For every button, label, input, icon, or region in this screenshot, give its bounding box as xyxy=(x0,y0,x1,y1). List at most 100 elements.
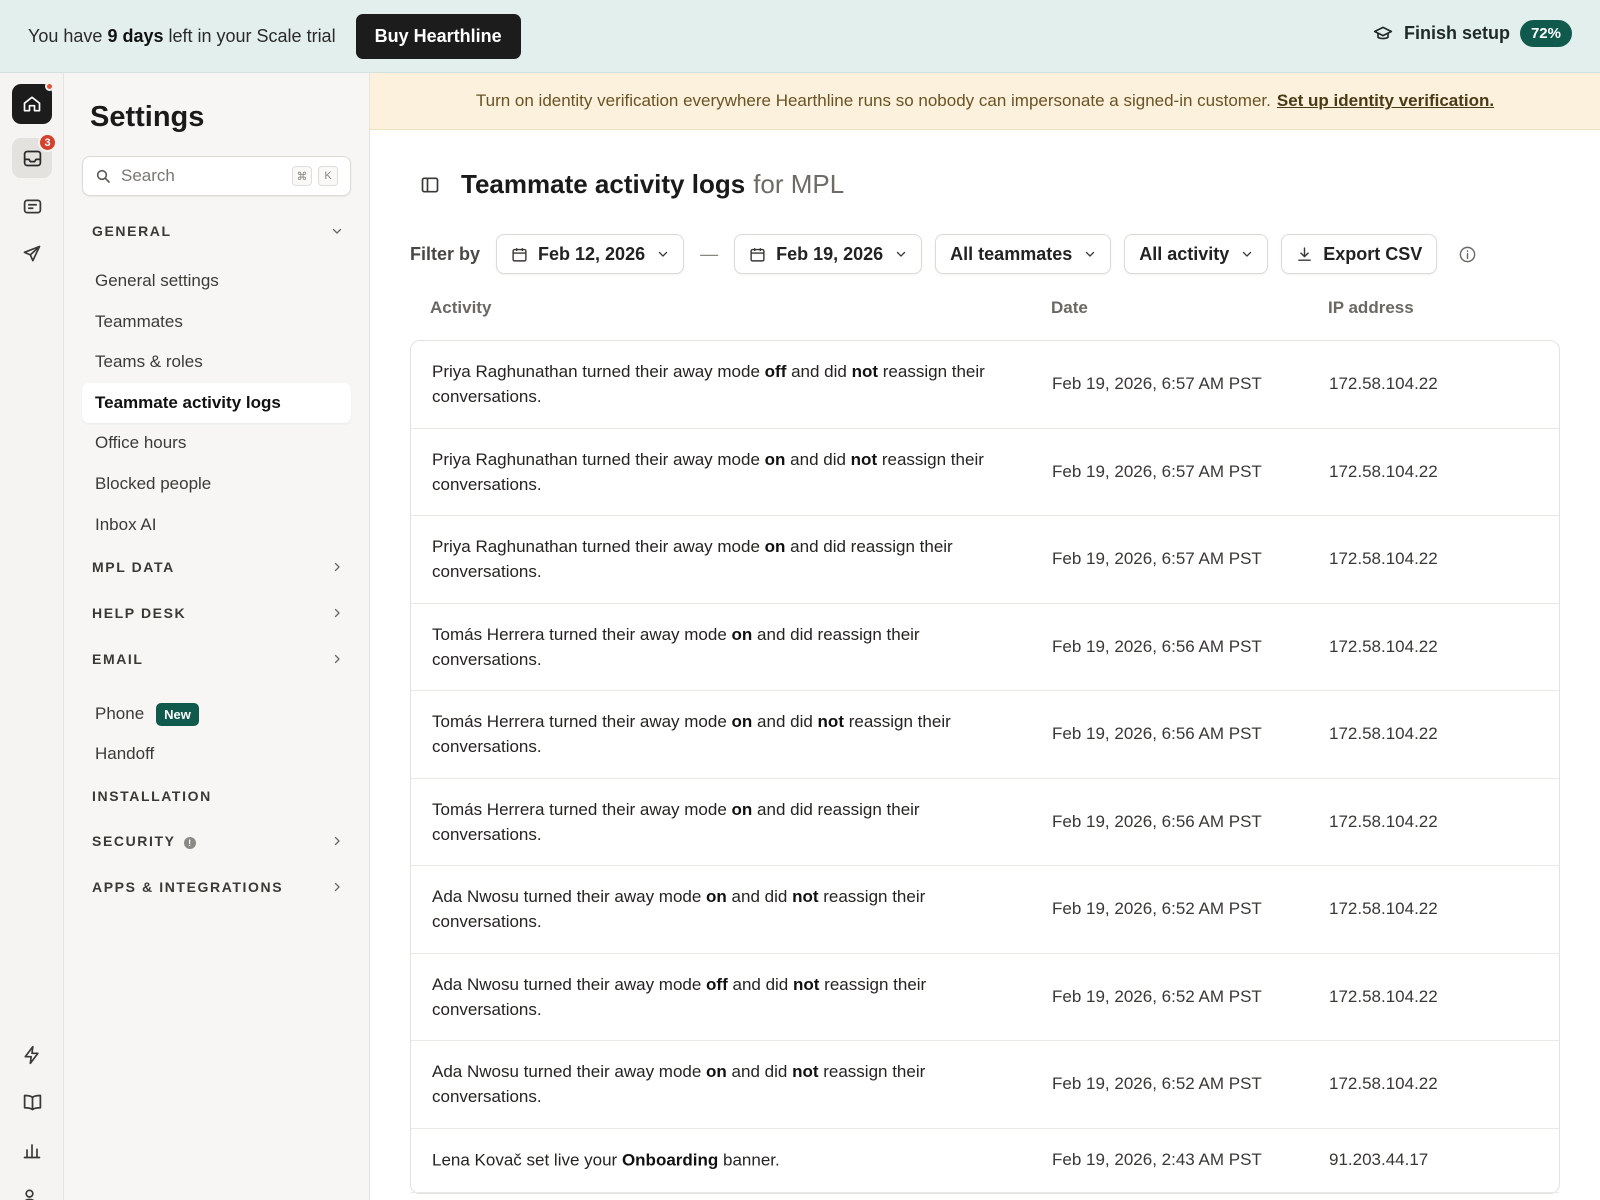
section-security-label: SECURITY xyxy=(92,833,176,849)
home-icon xyxy=(23,96,41,112)
teammates-filter-value: All teammates xyxy=(950,243,1073,264)
date-cell: Feb 19, 2026, 6:52 AM PST xyxy=(1052,986,1262,1006)
sidebar-item-blocked-people[interactable]: Blocked people xyxy=(82,464,351,504)
outbound-button[interactable] xyxy=(12,234,52,274)
section-mpl-data-label: MPL DATA xyxy=(92,559,175,575)
messages-button[interactable] xyxy=(12,186,52,226)
bolt-icon xyxy=(24,1045,39,1065)
section-mpl-data[interactable]: MPL DATA xyxy=(92,559,344,575)
export-csv-label: Export CSV xyxy=(1323,243,1423,264)
activity-emphasis: on xyxy=(731,712,753,732)
activity-emphasis: not xyxy=(793,974,820,994)
activity-text: and did xyxy=(726,887,793,907)
section-security[interactable]: SECURITY! xyxy=(92,833,344,849)
automation-button[interactable] xyxy=(12,1035,52,1075)
activity-emphasis: on xyxy=(764,537,786,557)
date-cell: Feb 19, 2026, 6:56 AM PST xyxy=(1052,636,1262,656)
ip-cell: 172.58.104.22 xyxy=(1329,461,1438,481)
ip-cell: 172.58.104.22 xyxy=(1329,899,1438,919)
trial-message: You have 9 days left in your Scale trial xyxy=(28,26,336,47)
activity-cell: Priya Raghunathan turned their away mode… xyxy=(432,447,1012,497)
sidebar-item-general-settings[interactable]: General settings xyxy=(82,261,351,301)
sidebar-item-phone[interactable]: Phone New xyxy=(82,694,351,734)
table-row: Ada Nwosu turned their away mode on and … xyxy=(411,1041,1559,1129)
ip-cell: 172.58.104.22 xyxy=(1329,724,1438,744)
ip-cell: 172.58.104.22 xyxy=(1329,811,1438,831)
chevron-right-icon xyxy=(330,560,344,574)
end-date-value: Feb 19, 2026 xyxy=(776,243,884,264)
date-cell: Feb 19, 2026, 6:57 AM PST xyxy=(1052,374,1262,394)
start-date-picker[interactable]: Feb 12, 2026 xyxy=(496,234,685,274)
settings-search-input[interactable]: Search ⌘ K xyxy=(82,156,351,196)
activity-text: Ada Nwosu turned their away mode xyxy=(432,1062,707,1082)
sidebar-item-office-hours[interactable]: Office hours xyxy=(82,423,351,463)
settings-title: Settings xyxy=(90,101,205,133)
activity-filter-value: All activity xyxy=(1139,243,1230,264)
identity-verification-link[interactable]: Set up identity verification. xyxy=(1277,91,1494,111)
sidebar-item-handoff[interactable]: Handoff xyxy=(82,734,351,774)
section-installation[interactable]: INSTALLATION xyxy=(92,788,344,804)
notification-dot xyxy=(45,82,54,91)
activity-cell: Tomás Herrera turned their away mode on … xyxy=(432,622,1012,672)
inbox-button[interactable]: 3 xyxy=(12,133,57,178)
sidebar-item-teammates[interactable]: Teammates xyxy=(82,302,351,342)
finish-setup-button[interactable]: Finish setup 72% xyxy=(1372,20,1572,47)
activity-cell: Lena Kovač set live your Onboarding bann… xyxy=(432,1148,1012,1173)
page-subtitle: for MPL xyxy=(753,169,845,199)
table-row: Ada Nwosu turned their away mode on and … xyxy=(411,866,1559,954)
activity-emphasis: not xyxy=(817,712,844,732)
ip-cell: 172.58.104.22 xyxy=(1329,986,1438,1006)
activity-text: Priya Raghunathan turned their away mode xyxy=(432,362,765,382)
contacts-button[interactable] xyxy=(12,1177,52,1200)
activity-emphasis: on xyxy=(706,1062,727,1082)
activity-emphasis: Onboarding xyxy=(621,1150,719,1170)
section-apps-integrations[interactable]: APPS & INTEGRATIONS xyxy=(92,879,344,895)
search-icon xyxy=(96,169,110,183)
reports-button[interactable] xyxy=(12,1130,52,1170)
activity-text: and did xyxy=(752,712,818,732)
search-placeholder: Search xyxy=(121,166,175,185)
activity-text: Tomás Herrera turned their away mode xyxy=(432,712,732,732)
chevron-down-icon xyxy=(1084,248,1096,260)
activity-text: Tomás Herrera turned their away mode xyxy=(432,624,732,644)
notice-text: Turn on identity verification everywhere… xyxy=(475,91,1271,110)
buy-button[interactable]: Buy Hearthline xyxy=(355,13,521,59)
sidebar-item-activity-logs[interactable]: Teammate activity logs xyxy=(82,383,351,423)
sidebar-item-teams-roles[interactable]: Teams & roles xyxy=(82,342,351,382)
ip-cell: 172.58.104.22 xyxy=(1329,549,1438,569)
chevron-down-icon xyxy=(657,248,669,260)
sidebar-toggle-icon[interactable] xyxy=(418,173,442,197)
export-csv-button[interactable]: Export CSV xyxy=(1281,234,1438,274)
download-icon xyxy=(1296,246,1313,263)
date-cell: Feb 19, 2026, 6:52 AM PST xyxy=(1052,899,1262,919)
table-header: Activity Date IP address xyxy=(410,298,1560,332)
activity-emphasis: not xyxy=(851,362,879,382)
activity-text: and did xyxy=(785,449,851,469)
chevron-right-icon xyxy=(330,880,344,894)
activity-cell: Priya Raghunathan turned their away mode… xyxy=(432,534,1012,584)
activity-emphasis: on xyxy=(731,624,753,644)
inbox-icon xyxy=(23,150,41,166)
calendar-icon xyxy=(749,246,766,263)
activity-text: banner. xyxy=(718,1150,780,1170)
ip-cell: 91.203.44.17 xyxy=(1329,1150,1429,1169)
info-icon[interactable] xyxy=(1457,244,1477,264)
activity-text: and did xyxy=(726,1062,793,1082)
teammates-filter-dropdown[interactable]: All teammates xyxy=(935,234,1112,274)
activity-emphasis: off xyxy=(764,362,787,382)
section-email[interactable]: EMAIL xyxy=(92,651,344,667)
home-button[interactable] xyxy=(12,82,54,124)
activity-cell: Priya Raghunathan turned their away mode… xyxy=(432,359,1012,409)
sidebar-item-phone-label: Phone xyxy=(95,704,145,723)
knowledge-button[interactable] xyxy=(12,1082,52,1122)
section-general[interactable]: GENERAL xyxy=(92,223,344,239)
ip-cell: 172.58.104.22 xyxy=(1329,1074,1438,1094)
activity-filter-dropdown[interactable]: All activity xyxy=(1124,234,1269,274)
section-help-desk[interactable]: HELP DESK xyxy=(92,605,344,621)
end-date-picker[interactable]: Feb 19, 2026 xyxy=(734,234,923,274)
chevron-right-icon xyxy=(330,652,344,666)
sidebar-item-inbox-ai[interactable]: Inbox AI xyxy=(82,505,351,545)
activity-text: Tomás Herrera turned their away mode xyxy=(432,799,732,819)
inbox-count-badge: 3 xyxy=(38,133,57,152)
trial-prefix: You have xyxy=(28,25,103,46)
